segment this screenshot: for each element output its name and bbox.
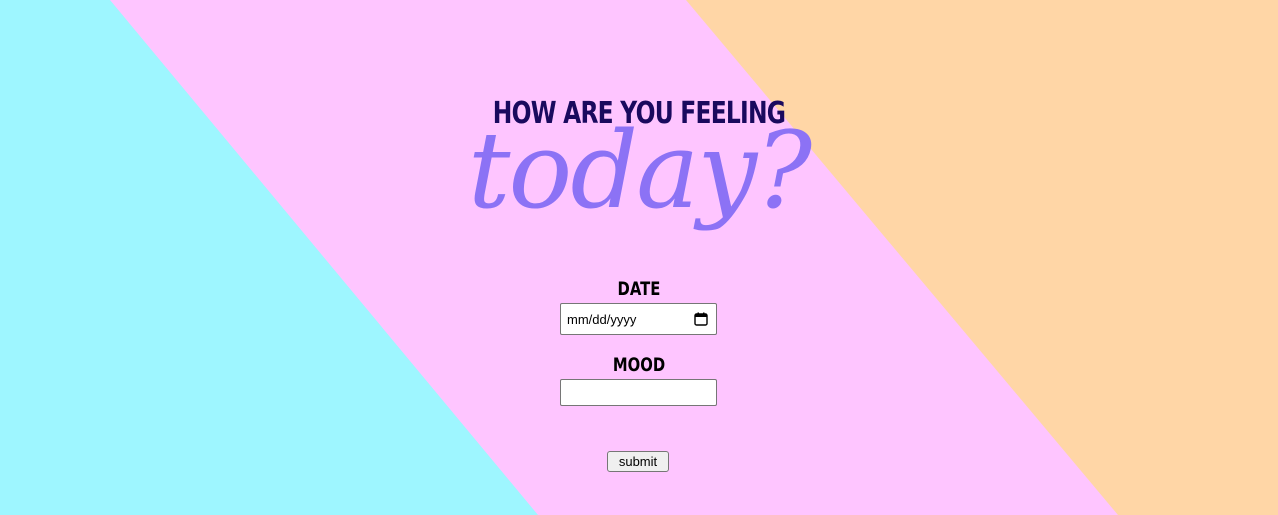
submit-button[interactable]: submit [607,451,669,472]
calendar-icon[interactable] [694,312,708,326]
mood-label: MOOD [612,354,666,376]
date-input[interactable]: mm/dd/yyyy [560,303,717,335]
date-placeholder: mm/dd/yyyy [567,312,637,327]
mood-form-page: HOW ARE YOU FEELING today? DATE mm/dd/yy… [0,0,1278,515]
mood-input[interactable] [560,379,717,406]
date-label: DATE [617,278,661,300]
page-script-title: today? [467,109,812,232]
